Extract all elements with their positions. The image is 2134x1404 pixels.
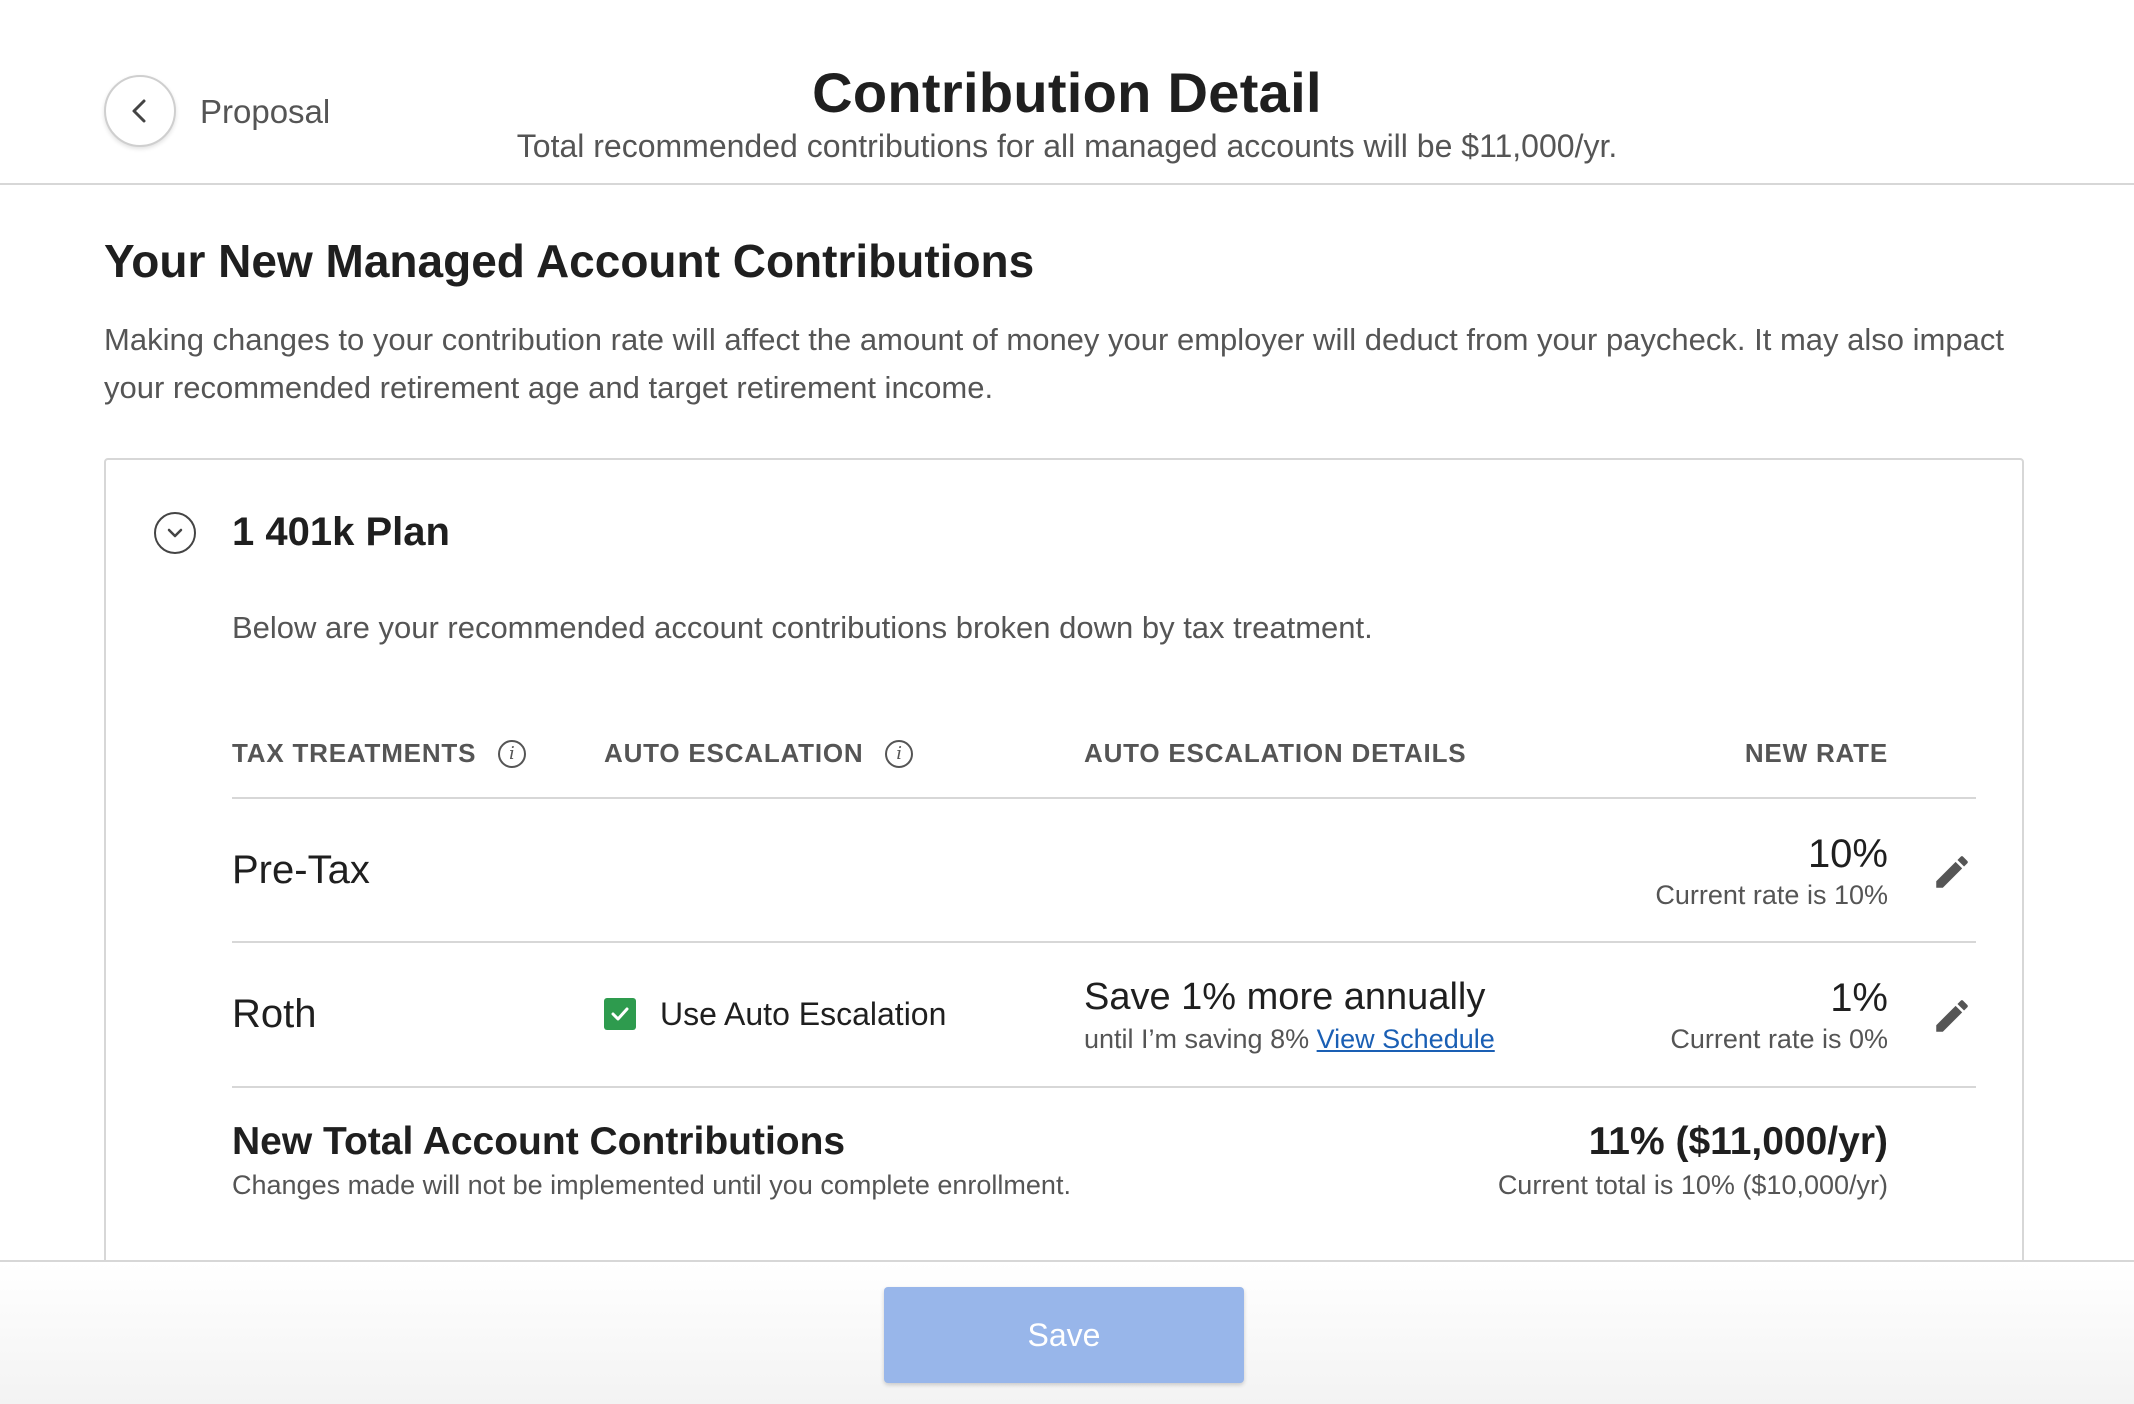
auto-escalation-checkbox[interactable] — [604, 998, 636, 1030]
collapse-toggle-button[interactable] — [154, 512, 196, 554]
column-header-label: AUTO ESCALATION DETAILS — [1084, 738, 1467, 768]
contribution-detail-page: Proposal Contribution Detail Total recom… — [0, 0, 2134, 1404]
page-header: Proposal Contribution Detail Total recom… — [0, 0, 2134, 185]
page-subtitle: Total recommended contributions for all … — [516, 128, 1618, 164]
plan-card: 1 401k Plan Below are your recommended a… — [104, 458, 2024, 1278]
view-schedule-link[interactable]: View Schedule — [1317, 1024, 1495, 1054]
edit-rate-button[interactable] — [1928, 992, 1976, 1040]
table-divider — [232, 797, 1976, 799]
total-value: 11% ($11,000/yr) — [1588, 1120, 1888, 1163]
plan-description: Below are your recommended account contr… — [232, 610, 1373, 645]
table-divider — [232, 941, 1976, 943]
current-total-text: Current total is 10% ($10,000/yr) — [1497, 1170, 1888, 1200]
new-rate-value: 1% — [1830, 976, 1888, 1020]
escalation-detail-text: until I’m saving 8% — [1084, 1024, 1310, 1054]
column-header-auto-escalation-details: AUTO ESCALATION DETAILS — [1084, 738, 1466, 769]
escalation-detail-main: Save 1% more annually — [1084, 976, 1486, 1018]
page-title: Contribution Detail — [812, 61, 1322, 124]
auto-escalation-label[interactable]: Use Auto Escalation — [660, 996, 946, 1033]
info-icon[interactable]: i — [885, 739, 914, 768]
total-note: Changes made will not be implemented unt… — [232, 1170, 1071, 1200]
footer-bar: Save — [0, 1260, 2134, 1404]
section-description: Making changes to your contribution rate… — [104, 322, 2004, 405]
column-header-label: NEW RATE — [1744, 738, 1888, 768]
current-rate-text: Current rate is 0% — [1670, 1024, 1888, 1054]
row-label-roth: Roth — [232, 992, 317, 1036]
chevron-down-icon — [167, 528, 183, 538]
pencil-icon — [1936, 856, 1968, 888]
column-header-new-rate: NEW RATE — [1745, 738, 1888, 769]
plan-title: 1 401k Plan — [232, 510, 450, 554]
info-icon[interactable]: i — [498, 739, 527, 768]
row-label-pre-tax: Pre-Tax — [232, 848, 370, 892]
column-header-label: AUTO ESCALATION — [604, 738, 864, 768]
column-header-tax-treatments: TAX TREATMENTS i — [232, 738, 527, 769]
new-rate-value: 10% — [1807, 832, 1888, 876]
section-title: Your New Managed Account Contributions — [104, 235, 1035, 287]
pencil-icon — [1936, 1000, 1968, 1032]
column-header-auto-escalation: AUTO ESCALATION i — [604, 738, 914, 769]
current-rate-text: Current rate is 10% — [1655, 880, 1888, 910]
escalation-detail-sub: until I’m saving 8% View Schedule — [1084, 1024, 1495, 1055]
column-header-label: TAX TREATMENTS — [232, 738, 477, 768]
edit-rate-button[interactable] — [1928, 848, 1976, 896]
table-divider — [232, 1086, 1976, 1088]
total-title: New Total Account Contributions — [232, 1120, 846, 1163]
check-icon — [611, 1007, 629, 1021]
save-button[interactable]: Save — [884, 1287, 1244, 1383]
